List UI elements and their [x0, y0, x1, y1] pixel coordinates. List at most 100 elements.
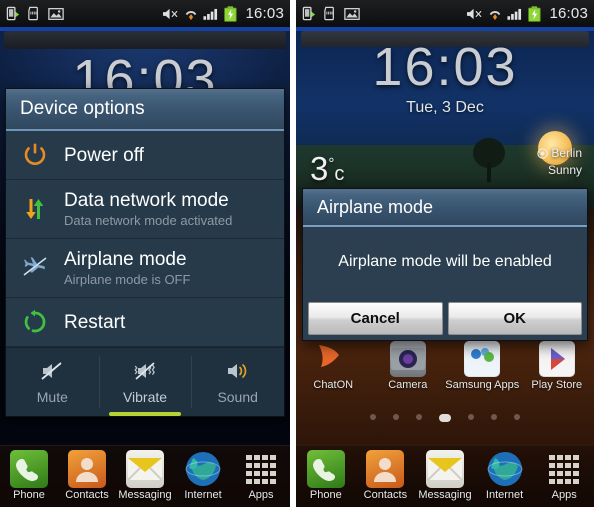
right-phone-screen: 16:03 Tue, 3 Dec 3°c Berlin Sunny 16:03 …: [296, 0, 594, 507]
sd-card-icon: [28, 6, 38, 21]
sound-mode-selector: Mute Vibrate Sound: [6, 347, 284, 416]
status-bar-left-icons: [6, 6, 64, 21]
dock-item-label: Phone: [13, 489, 45, 501]
dock-item-contacts[interactable]: Contacts: [58, 450, 116, 502]
dock-item-apps[interactable]: Apps: [534, 450, 594, 502]
app-item-label: Samsung Apps: [445, 379, 520, 391]
device-option-label: Power off: [64, 144, 144, 166]
weather-unit: c: [334, 163, 345, 185]
screenshot-root: 16:03 16:03 Device options Power off Dat…: [0, 0, 596, 507]
sound-mode-mute[interactable]: Mute: [6, 348, 99, 416]
dock-item-label: Contacts: [363, 489, 408, 501]
status-bar: 16:03: [296, 0, 594, 27]
apps-grid-icon: [545, 450, 583, 488]
dock-item-phone[interactable]: Phone: [296, 450, 356, 502]
page-dot-active[interactable]: [439, 414, 451, 422]
app-item-play-store[interactable]: Play Store: [520, 341, 595, 392]
airplane-dialog-buttons: Cancel OK: [303, 297, 587, 340]
page-dot[interactable]: [468, 414, 474, 420]
sound-muted-icon: [163, 8, 178, 19]
page-dot[interactable]: [393, 414, 399, 420]
apps-grid-icon: [242, 450, 280, 488]
sound-mode-underline: [16, 412, 89, 416]
left-dock: Phone Contacts Messaging Internet Apps: [0, 445, 290, 507]
status-bar-right-icons: 16:03: [466, 5, 588, 22]
sound-mode-vibrate[interactable]: Vibrate: [98, 348, 192, 416]
dock-item-label: Phone: [309, 489, 342, 501]
device-option-label: Restart: [64, 311, 126, 333]
dock-item-messaging[interactable]: Messaging: [415, 450, 475, 502]
weather-location-row: Berlin: [537, 146, 582, 163]
dock-item-phone[interactable]: Phone: [0, 450, 58, 502]
dock-item-internet[interactable]: Internet: [475, 450, 535, 502]
phone-icon: [10, 450, 48, 488]
status-bar: 16:03: [0, 0, 290, 27]
weather-tree: [473, 138, 505, 182]
device-option-power-off-text: Power off: [64, 144, 144, 167]
widget-top-bar: [4, 31, 286, 49]
page-dot[interactable]: [514, 414, 520, 420]
ok-button[interactable]: OK: [447, 302, 582, 335]
screenshot-image-icon: [48, 7, 64, 20]
app-item-chaton[interactable]: ChatON: [296, 341, 371, 392]
status-bar-left-icons: [302, 6, 360, 21]
cancel-button[interactable]: Cancel: [308, 302, 443, 335]
vibrate-icon: [99, 358, 192, 384]
sound-on-icon: [191, 358, 284, 384]
contacts-icon: [68, 450, 106, 488]
airplane-icon: [20, 253, 50, 283]
device-option-sublabel: Airplane mode is OFF: [64, 272, 191, 287]
page-dot[interactable]: [370, 414, 376, 420]
status-bar-clock: 16:03: [245, 5, 284, 22]
screenshot-image-icon: [344, 7, 360, 20]
device-option-data-network-mode[interactable]: Data network mode Data network mode acti…: [6, 180, 284, 239]
sound-muted-icon: [467, 8, 482, 19]
sound-mode-label: Vibrate: [122, 389, 168, 405]
wifi-icon: [186, 10, 197, 20]
play-store-icon: [538, 341, 575, 377]
dock-item-label: Internet: [184, 489, 222, 501]
sound-mode-label: Mute: [36, 389, 68, 405]
signal-bars-icon: [507, 8, 522, 20]
battery-charging-icon: [528, 5, 542, 22]
device-option-airplane-mode[interactable]: Airplane mode Airplane mode is OFF: [6, 239, 284, 298]
app-item-label: ChatON: [313, 379, 354, 391]
dock-item-apps[interactable]: Apps: [232, 450, 290, 502]
device-option-power-off[interactable]: Power off: [6, 131, 284, 180]
right-dock: Phone Contacts Messaging Internet Apps: [296, 445, 594, 507]
app-item-label: Camera: [388, 379, 428, 391]
wifi-icon: [490, 10, 501, 20]
device-options-dialog: Device options Power off Data network mo…: [5, 88, 285, 417]
dock-item-label: Contacts: [65, 489, 109, 501]
left-phone-screen: 16:03 16:03 Device options Power off Dat…: [0, 0, 290, 507]
app-item-camera[interactable]: Camera: [371, 341, 446, 392]
dock-item-contacts[interactable]: Contacts: [356, 450, 416, 502]
samsung-apps-icon: [464, 341, 501, 377]
sound-mode-sound[interactable]: Sound: [191, 348, 284, 416]
sound-mode-underline: [201, 412, 274, 416]
chaton-icon: [315, 341, 351, 377]
status-bar-clock: 16:03: [549, 5, 588, 22]
device-option-data-network-text: Data network mode Data network mode acti…: [64, 189, 232, 229]
app-item-samsung-apps[interactable]: Samsung Apps: [445, 341, 520, 392]
dock-item-label: Internet: [485, 489, 524, 501]
device-option-restart[interactable]: Restart: [6, 298, 284, 347]
right-clock-widget: 16:03 Tue, 3 Dec: [296, 36, 594, 117]
page-dot[interactable]: [491, 414, 497, 420]
internet-icon: [184, 450, 222, 488]
dock-item-label: Apps: [248, 489, 274, 501]
battery-charging-icon: [224, 5, 238, 22]
camera-icon: [389, 341, 426, 377]
weather-temperature: 3°c: [310, 150, 344, 188]
weather-condition: Sunny: [547, 163, 582, 177]
restart-icon: [20, 307, 50, 337]
usb-transfer-icon: [6, 6, 20, 21]
page-dot[interactable]: [416, 414, 422, 420]
dock-item-internet[interactable]: Internet: [174, 450, 232, 502]
dock-item-messaging[interactable]: Messaging: [116, 450, 174, 502]
device-option-sublabel: Data network mode activated: [64, 213, 233, 228]
internet-icon: [486, 450, 524, 488]
right-clock-time: 16:03: [372, 37, 518, 97]
right-clock-date: Tue, 3 Dec: [406, 99, 484, 116]
data-network-icon: [20, 194, 50, 224]
